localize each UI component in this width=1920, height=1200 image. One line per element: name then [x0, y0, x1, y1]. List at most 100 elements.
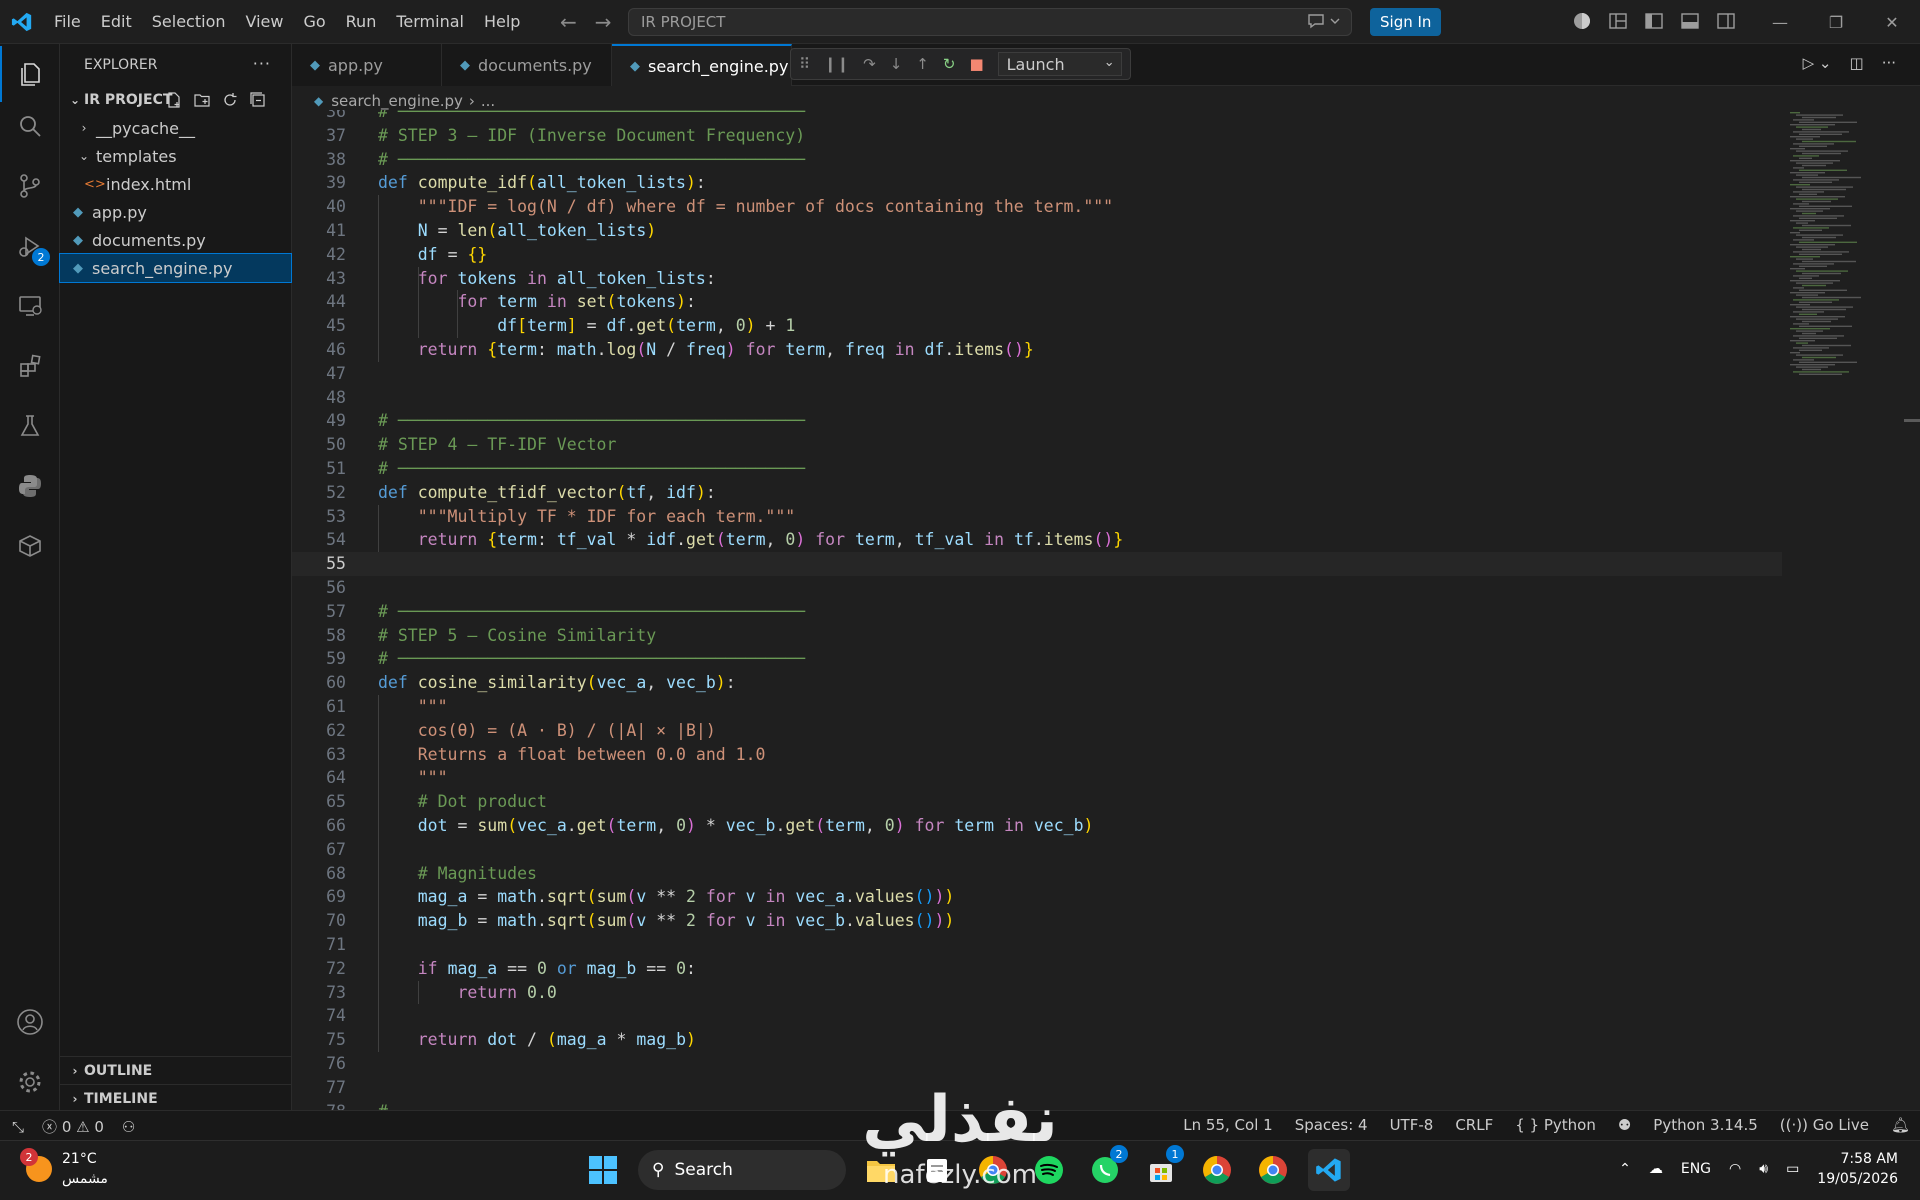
stop-icon[interactable]: ■	[969, 55, 983, 73]
language-mode[interactable]: { } Python	[1515, 1116, 1596, 1134]
extensions-icon[interactable]	[0, 338, 60, 394]
taskbar-search[interactable]: ⚲ Search	[638, 1150, 846, 1190]
more-actions-icon[interactable]: ···	[1882, 54, 1896, 72]
code-editor[interactable]: 36 # ────────────────────────────────────…	[292, 110, 1782, 1110]
more-actions-icon[interactable]: ···	[253, 54, 271, 73]
code-line[interactable]: 55	[292, 552, 1782, 577]
code-line[interactable]: 39 def compute_idf(all_token_lists):	[292, 171, 1782, 195]
toggle-secondary-sidebar-icon[interactable]	[1716, 11, 1736, 35]
start-button-icon[interactable]	[582, 1149, 624, 1191]
pause-icon[interactable]: ❙❙	[824, 55, 849, 73]
copilot-status-icon[interactable]: ⚉	[1618, 1116, 1631, 1134]
refresh-icon[interactable]	[221, 91, 239, 109]
account-icon[interactable]	[0, 994, 60, 1050]
chevron-up-icon[interactable]: ⌃	[1619, 1161, 1631, 1177]
menu-edit[interactable]: Edit	[91, 12, 142, 31]
go-live-button[interactable]: ((·)) Go Live	[1780, 1116, 1869, 1134]
menu-help[interactable]: Help	[474, 12, 530, 31]
collapse-all-icon[interactable]	[249, 91, 267, 109]
run-file-icon[interactable]: ▷ ⌄	[1803, 54, 1832, 72]
step-over-icon[interactable]: ↷	[863, 55, 876, 73]
step-out-icon[interactable]: ↑	[916, 55, 929, 73]
code-line[interactable]: 53 """Multiply TF * IDF for each term.""…	[292, 505, 1782, 529]
code-line[interactable]: 75 return dot / (mag_a * mag_b)	[292, 1028, 1782, 1052]
command-center[interactable]: IR PROJECT	[628, 8, 1352, 36]
breadcrumb-file[interactable]: search_engine.py	[331, 92, 463, 110]
tree-item-templates[interactable]: ⌄ templates	[60, 142, 291, 170]
code-line[interactable]: 37 # STEP 3 — IDF (Inverse Document Frequ…	[292, 124, 1782, 148]
copilot-icon[interactable]	[1572, 11, 1592, 35]
project-root[interactable]: ⌄ IR PROJECT	[60, 86, 291, 114]
whatsapp-icon[interactable]: 2	[1084, 1145, 1128, 1191]
code-line[interactable]: 73 return 0.0	[292, 981, 1782, 1005]
problems-indicator[interactable]: ⓧ 0 ⚠ 0	[42, 1116, 104, 1137]
code-line[interactable]: 38 # ────────────────────────────────────…	[292, 148, 1782, 172]
restore-icon[interactable]: ❐	[1808, 0, 1864, 44]
code-line[interactable]: 64 """	[292, 766, 1782, 790]
chrome-profile-icon[interactable]	[1196, 1149, 1238, 1191]
code-line[interactable]: 52 def compute_tfidf_vector(tf, idf):	[292, 481, 1782, 505]
code-line[interactable]: 43 for tokens in all_token_lists:	[292, 267, 1782, 291]
code-line[interactable]: 74	[292, 1004, 1782, 1028]
code-line[interactable]: 36 # ────────────────────────────────────…	[292, 110, 1782, 124]
code-line[interactable]: 65 # Dot product	[292, 790, 1782, 814]
battery-icon[interactable]: ▭	[1786, 1161, 1799, 1177]
code-line[interactable]: 61 """	[292, 695, 1782, 719]
code-line[interactable]: 70 mag_b = math.sqrt(sum(v ** 2 for v in…	[292, 909, 1782, 933]
tab-app-py[interactable]: ◆ app.py	[292, 44, 442, 86]
tree-item-documents-py[interactable]: ◆ documents.py	[60, 226, 291, 254]
notifications-icon[interactable]: 🔔︎	[1891, 1116, 1910, 1134]
breadcrumb-rest[interactable]: ...	[481, 92, 495, 110]
restart-icon[interactable]: ↻	[943, 55, 956, 73]
code-line[interactable]: 42 df = {}	[292, 243, 1782, 267]
cursor-position[interactable]: Ln 55, Col 1	[1183, 1116, 1272, 1134]
encoding[interactable]: UTF-8	[1390, 1116, 1434, 1134]
new-folder-icon[interactable]	[193, 91, 211, 109]
run-debug-icon[interactable]: 2	[0, 218, 60, 274]
toggle-panel-icon[interactable]	[1680, 11, 1700, 35]
new-file-icon[interactable]	[165, 91, 183, 109]
code-line[interactable]: 51 # ────────────────────────────────────…	[292, 457, 1782, 481]
remote-explorer-icon[interactable]	[0, 278, 60, 334]
code-line[interactable]: 69 mag_a = math.sqrt(sum(v ** 2 for v in…	[292, 885, 1782, 909]
code-line[interactable]: 60 def cosine_similarity(vec_a, vec_b):	[292, 671, 1782, 695]
tab-search-engine-py[interactable]: ◆ search_engine.py	[612, 44, 792, 86]
end-of-line[interactable]: CRLF	[1455, 1116, 1493, 1134]
menu-file[interactable]: File	[44, 12, 91, 31]
back-arrow-icon[interactable]: ←	[560, 10, 577, 34]
gear-icon[interactable]	[0, 1054, 60, 1110]
code-line[interactable]: 54 return {term: tf_val * idf.get(term, …	[292, 528, 1782, 552]
code-line[interactable]: 49 # ────────────────────────────────────…	[292, 409, 1782, 433]
python-interpreter[interactable]: Python 3.14.5	[1653, 1116, 1757, 1134]
clock[interactable]: 7:58 AM 19/05/2026	[1817, 1149, 1898, 1189]
store-icon[interactable]: 1	[1140, 1145, 1184, 1191]
code-line[interactable]: 56	[292, 576, 1782, 600]
wifi-icon[interactable]: ◠	[1729, 1161, 1741, 1177]
launch-config-select[interactable]: Launch ⌄	[997, 52, 1122, 76]
indentation[interactable]: Spaces: 4	[1295, 1116, 1368, 1134]
code-line[interactable]: 72 if mag_a == 0 or mag_b == 0:	[292, 957, 1782, 981]
sign-in-button[interactable]: Sign In	[1370, 8, 1442, 36]
search-icon[interactable]	[0, 98, 60, 154]
code-line[interactable]: 45 df[term] = df.get(term, 0) + 1	[292, 314, 1782, 338]
tree-item-search-engine-py[interactable]: ◆ search_engine.py	[59, 253, 292, 283]
scrollbar-thumb[interactable]	[1904, 419, 1920, 422]
menu-run[interactable]: Run	[336, 12, 387, 31]
menu-terminal[interactable]: Terminal	[386, 12, 474, 31]
ports-icon[interactable]: ⚇	[122, 1118, 135, 1136]
explorer-icon[interactable]	[0, 46, 60, 102]
python-icon[interactable]	[0, 458, 60, 514]
forward-arrow-icon[interactable]: →	[595, 10, 612, 34]
code-line[interactable]: 76	[292, 1052, 1782, 1076]
code-line[interactable]: 46 return {term: math.log(N / freq) for …	[292, 338, 1782, 362]
weather-widget[interactable]: 2 21°C مشمس	[20, 1148, 108, 1189]
testing-icon[interactable]	[0, 398, 60, 454]
code-line[interactable]: 66 dot = sum(vec_a.get(term, 0) * vec_b.…	[292, 814, 1782, 838]
code-line[interactable]: 63 Returns a float between 0.0 and 1.0	[292, 743, 1782, 767]
code-line[interactable]: 62 cos(θ) = (A · B) / (|A| × |B|)	[292, 719, 1782, 743]
code-line[interactable]: 48	[292, 386, 1782, 410]
remote-indicator-icon[interactable]: ⤡	[12, 1118, 24, 1136]
code-line[interactable]: 41 N = len(all_token_lists)	[292, 219, 1782, 243]
tree-item-index-html[interactable]: <> index.html	[60, 170, 291, 198]
menu-go[interactable]: Go	[293, 12, 335, 31]
